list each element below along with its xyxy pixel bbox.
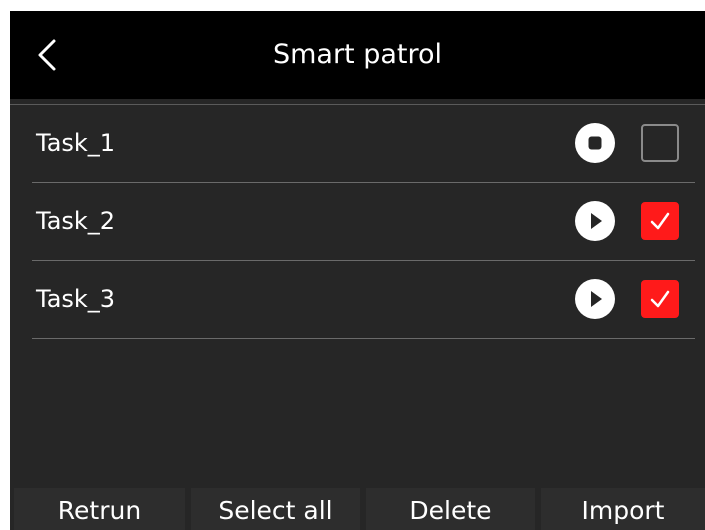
task-row-2[interactable]: Task_2 [32, 183, 695, 261]
task-checkbox-2[interactable] [641, 202, 679, 240]
checkmark-icon [650, 212, 670, 230]
import-button[interactable]: Import [541, 488, 705, 530]
checkmark-icon [650, 290, 670, 308]
play-button[interactable] [575, 201, 615, 241]
select-all-button[interactable]: Select all [191, 488, 360, 530]
stop-button[interactable] [575, 123, 615, 163]
task-checkbox-3[interactable] [641, 280, 679, 318]
task-name: Task_2 [36, 207, 116, 235]
play-icon [591, 291, 602, 307]
delete-button[interactable]: Delete [366, 488, 535, 530]
retrun-button[interactable]: Retrun [14, 488, 185, 530]
header-bar: Smart patrol [10, 11, 705, 99]
play-icon [591, 213, 602, 229]
task-row-1[interactable]: Task_1 [32, 105, 695, 183]
smart-patrol-screen: Smart patrol Task_1 Task_2 Task_3 Retrun… [10, 11, 705, 530]
play-button[interactable] [575, 279, 615, 319]
stop-icon [588, 136, 602, 150]
task-checkbox-1[interactable] [641, 124, 679, 162]
task-name: Task_1 [36, 129, 116, 157]
bottom-action-bar: Retrun Select all Delete Import [10, 488, 705, 530]
task-row-3[interactable]: Task_3 [32, 261, 695, 339]
page-title: Smart patrol [272, 39, 443, 70]
task-name: Task_3 [36, 285, 116, 313]
